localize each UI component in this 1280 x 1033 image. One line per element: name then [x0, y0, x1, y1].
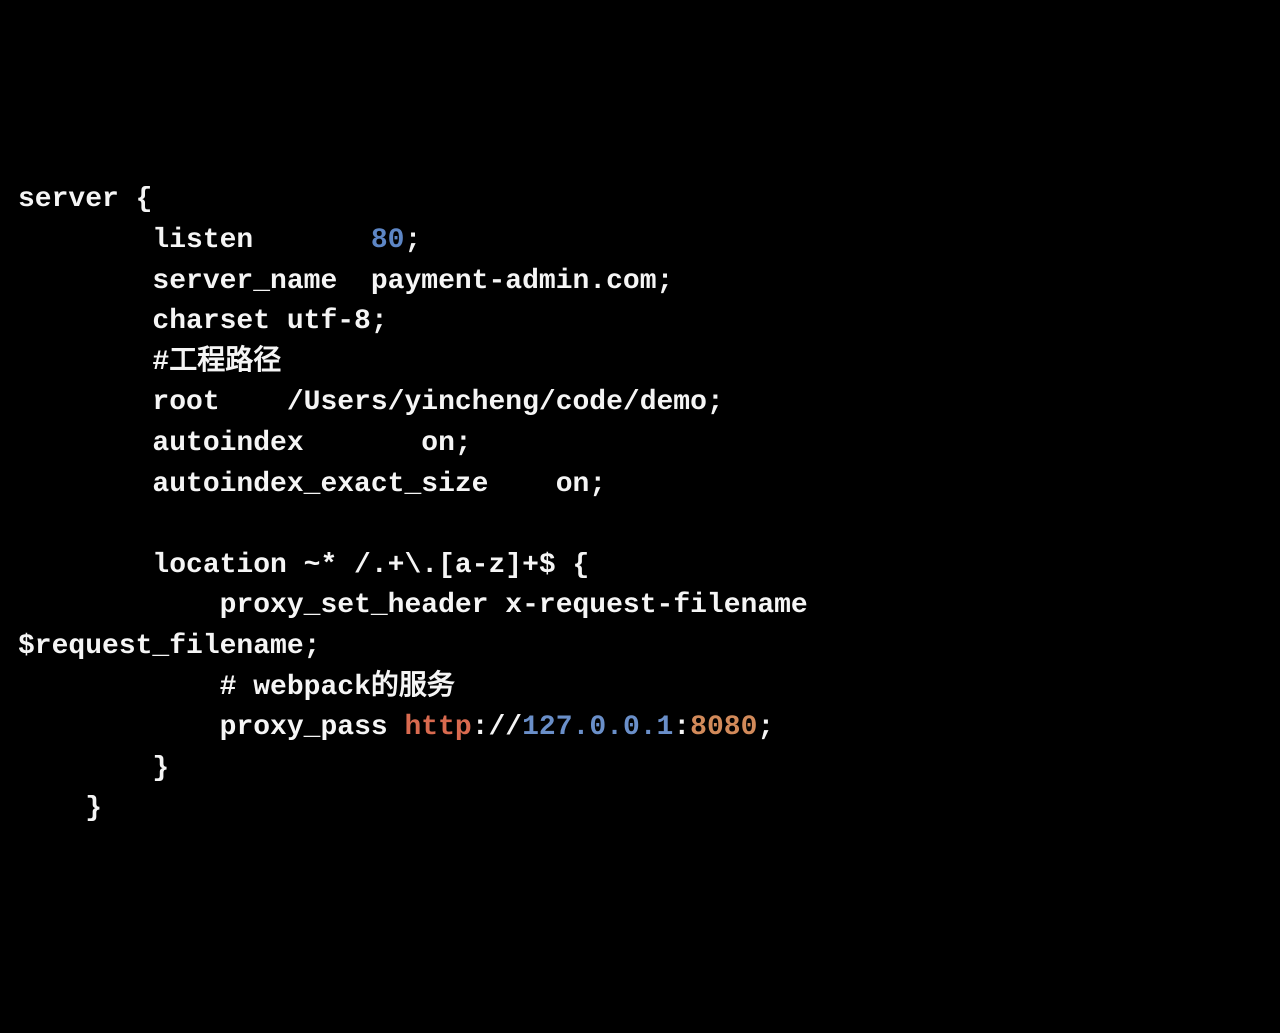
- code-token: charset utf-8;: [152, 306, 387, 337]
- code-line: proxy_set_header x-request-filename: [18, 586, 1262, 627]
- code-token: root /Users/yincheng/code/demo;: [152, 387, 723, 418]
- code-line: autoindex_exact_size on;: [18, 465, 1262, 506]
- code-line: }: [18, 789, 1262, 830]
- code-token: }: [85, 793, 102, 824]
- code-line: autoindex on;: [18, 424, 1262, 465]
- code-token: http: [404, 712, 471, 743]
- code-token: 127.0.0.1: [522, 712, 673, 743]
- code-line: charset utf-8;: [18, 302, 1262, 343]
- code-token: 80: [371, 225, 405, 256]
- code-token: location ~* /.+\.[a-z]+$ {: [152, 550, 589, 581]
- code-line: proxy_pass http://127.0.0.1:8080;: [18, 708, 1262, 749]
- code-line: [18, 505, 1262, 546]
- code-line: root /Users/yincheng/code/demo;: [18, 383, 1262, 424]
- code-line: #工程路径: [18, 343, 1262, 384]
- code-token: autoindex on;: [152, 428, 471, 459]
- nginx-config-code: server { listen 80; server_name payment-…: [18, 180, 1262, 830]
- code-token: ;: [757, 712, 774, 743]
- code-token: # webpack的服务: [220, 672, 455, 703]
- code-line: }: [18, 749, 1262, 790]
- code-line: # webpack的服务: [18, 668, 1262, 709]
- code-token: :: [673, 712, 690, 743]
- code-token: #工程路径: [152, 347, 281, 378]
- code-token: listen: [152, 225, 370, 256]
- code-token: autoindex_exact_size on;: [152, 469, 606, 500]
- code-token: 8080: [690, 712, 757, 743]
- code-line: server_name payment-admin.com;: [18, 262, 1262, 303]
- code-line: listen 80;: [18, 221, 1262, 262]
- code-token: proxy_pass: [220, 712, 405, 743]
- code-token: ;: [404, 225, 421, 256]
- code-token: $request_filename;: [18, 631, 320, 662]
- code-line: location ~* /.+\.[a-z]+$ {: [18, 546, 1262, 587]
- code-token: server {: [18, 184, 152, 215]
- code-token: ://: [472, 712, 522, 743]
- code-token: server_name payment-admin.com;: [152, 266, 673, 297]
- code-line: $request_filename;: [18, 627, 1262, 668]
- code-token: }: [152, 753, 169, 784]
- code-token: proxy_set_header x-request-filename: [220, 590, 808, 621]
- code-line: server {: [18, 180, 1262, 221]
